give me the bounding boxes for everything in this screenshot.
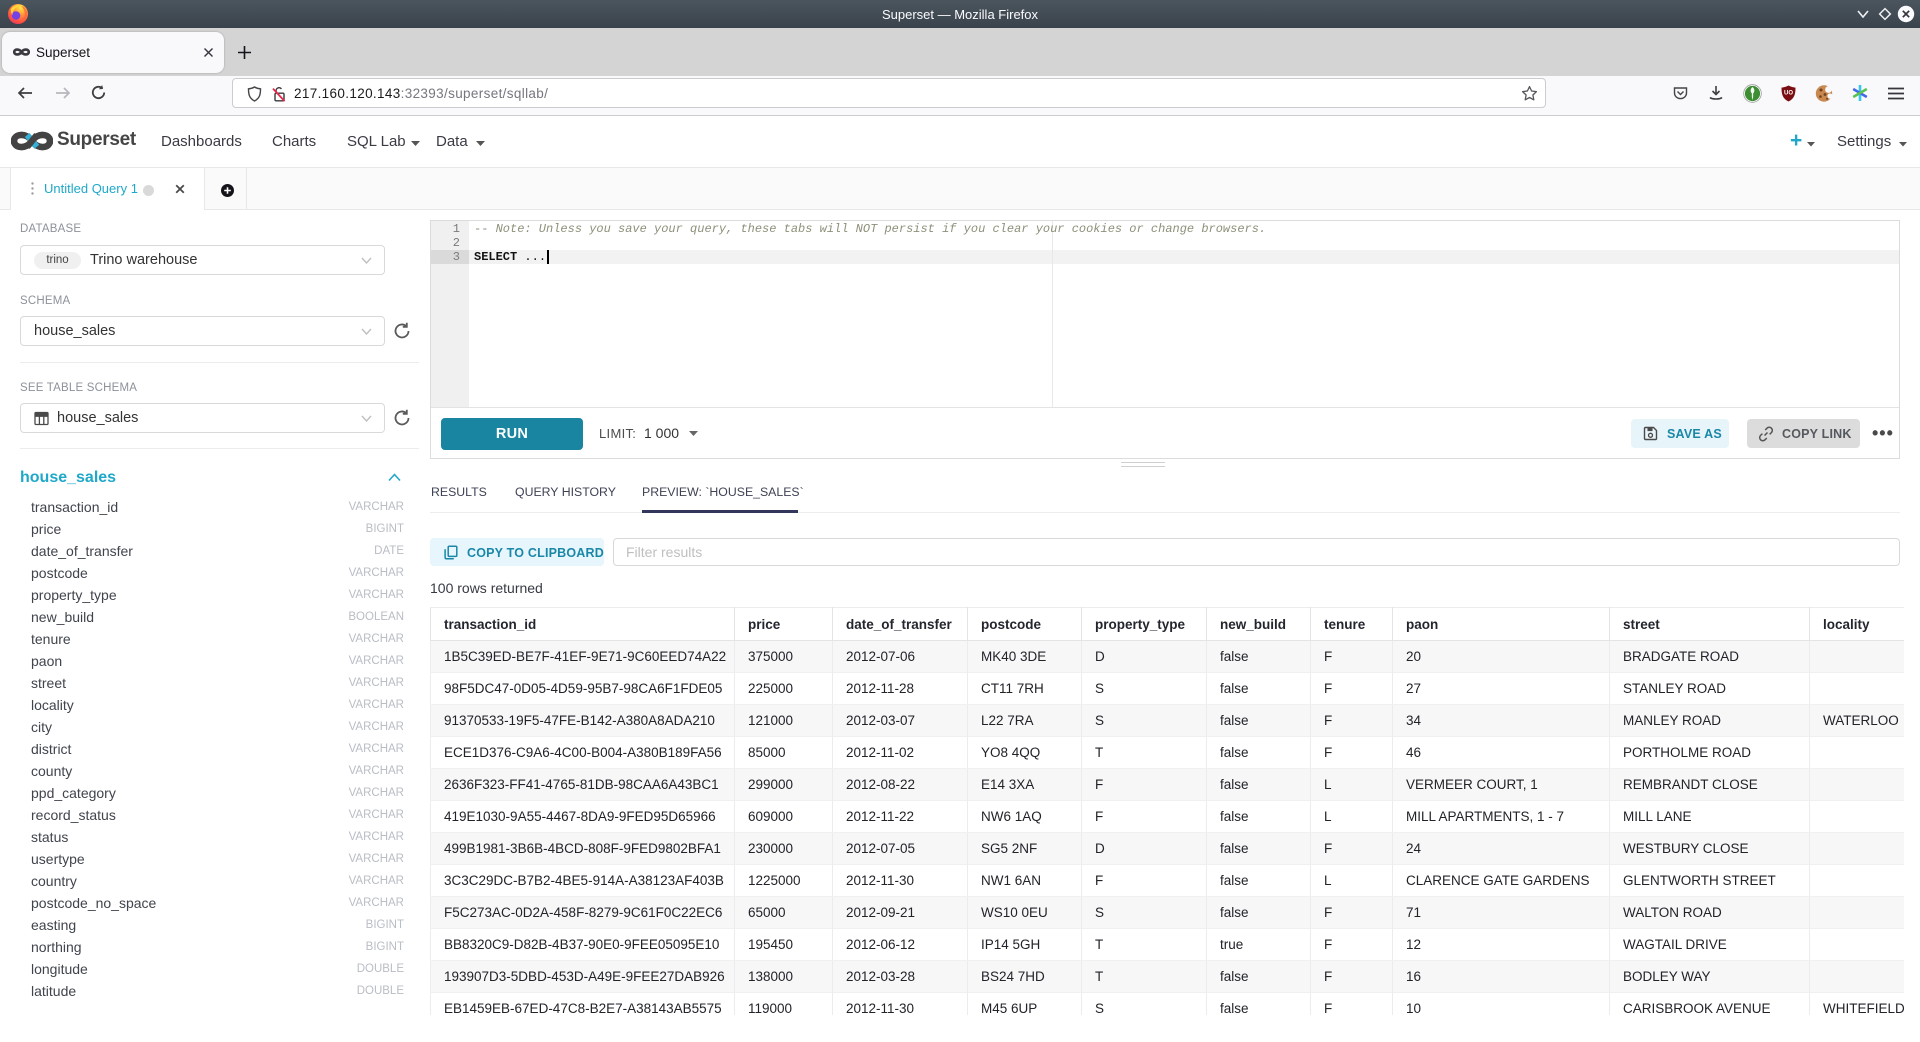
svg-text:UO: UO [1784, 91, 1793, 97]
